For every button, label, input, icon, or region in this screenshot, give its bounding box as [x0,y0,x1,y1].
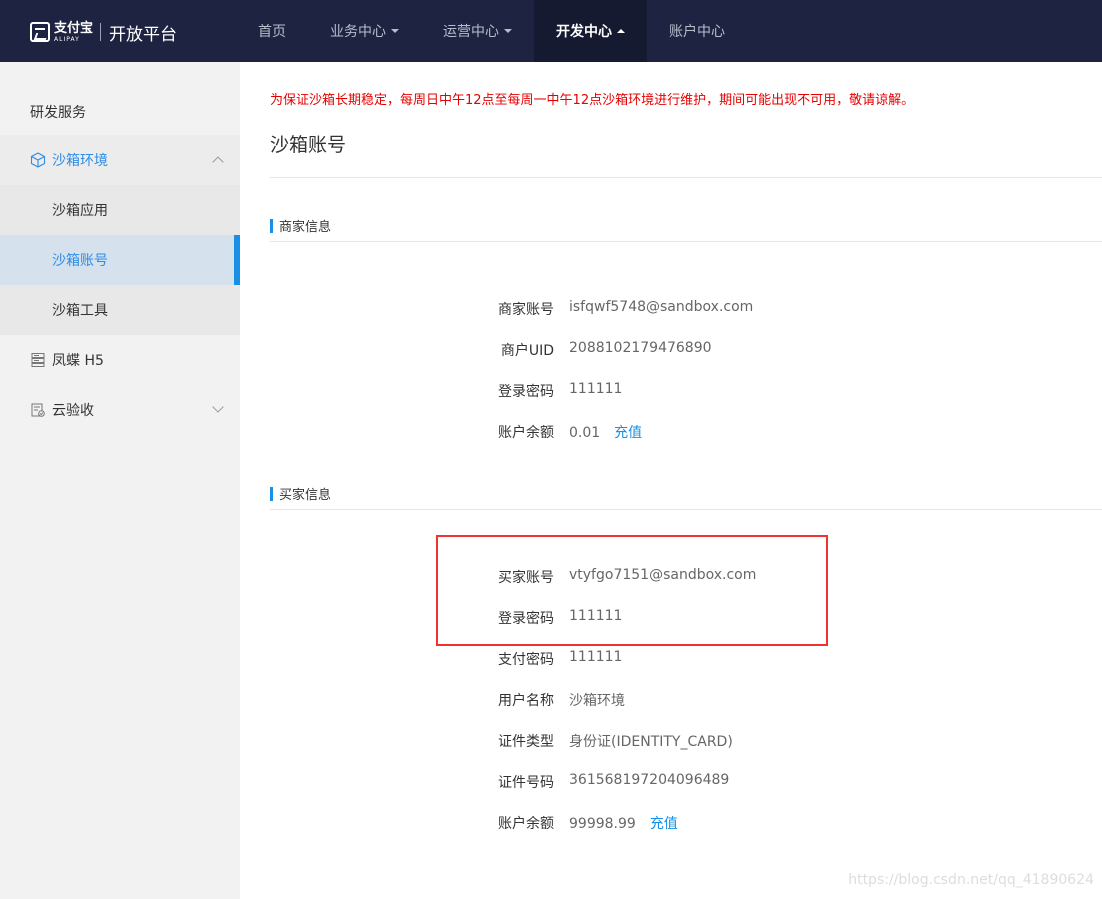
buyer-balance-row: 账户余额 99998.99 充值 [0,813,1102,833]
checklist-icon [30,402,46,418]
field-value: isfqwf5748@sandbox.com [569,299,754,315]
page-title: 沙箱账号 [270,134,347,156]
field-label: 商户UID [500,343,554,359]
nav-operations-center[interactable]: 运营中心 [421,0,534,62]
field-value: 0.01 充值 [569,422,642,442]
site-title: 开放平台 [109,24,178,45]
cube-icon [30,152,46,168]
sidebar-item-label: 沙箱环境 [52,153,108,169]
divider [270,177,1102,178]
field-value: 111111 [569,649,623,665]
chevron-up-icon [212,156,224,168]
nav-business-center[interactable]: 业务中心 [308,0,421,62]
caret-down-icon [504,29,512,33]
section-bar [270,486,273,501]
buyer-id-type-row: 证件类型 身份证(IDENTITY_CARD) [0,731,1102,751]
watermark: https://blog.csdn.net/qq_41890624 [848,872,1094,888]
buyer-recharge-link[interactable]: 充值 [650,816,678,832]
buyer-pay-password-row: 支付密码 111111 [0,649,1102,669]
main-nav: 首页 业务中心 运营中心 开发中心 账户中心 [236,0,747,62]
alipay-mark-icon [30,22,50,42]
field-label: 登录密码 [498,384,554,400]
merchant-balance-row: 账户余额 0.01 充值 [0,422,1102,442]
nav-account-center[interactable]: 账户中心 [647,0,747,62]
field-value: 2088102179476890 [569,340,712,356]
sidebar-item-label: 沙箱应用 [52,203,108,219]
top-navbar: 支付宝 ALIPAY 开放平台 首页 业务中心 运营中心 开发中心 账户中心 [0,0,1102,62]
field-label: 用户名称 [498,693,554,709]
nav-account-label: 账户中心 [669,24,725,40]
buyer-username-row: 用户名称 沙箱环境 [0,690,1102,710]
logo-brand: 支付宝 ALIPAY [54,22,93,43]
caret-down-icon [391,29,399,33]
merchant-password-row: 登录密码 111111 [0,381,1102,401]
balance-value: 0.01 [569,425,601,441]
balance-value: 99998.99 [569,816,636,832]
nav-home[interactable]: 首页 [236,0,308,62]
caret-up-icon [617,29,625,33]
field-label: 证件类型 [498,734,554,750]
divider [270,509,1102,510]
sidebar-item-label: 云验收 [52,403,94,419]
sidebar-heading: 研发服务 [30,105,86,121]
maintenance-notice: 为保证沙箱长期稳定，每周日中午12点至每周一中午12点沙箱环境进行维护，期间可能… [270,93,915,108]
highlight-box [436,535,828,646]
field-value: 99998.99 充值 [569,813,678,833]
sidebar-item-label: 沙箱账号 [52,253,108,269]
field-label: 账户余额 [498,816,554,832]
nav-dev-label: 开发中心 [556,24,612,40]
buyer-id-number-row: 证件号码 361568197204096489 [0,772,1102,792]
field-value: 身份证(IDENTITY_CARD) [569,734,733,750]
logo-en-text: ALIPAY [54,35,80,43]
section-heading-label: 买家信息 [279,488,332,503]
nav-home-label: 首页 [258,24,286,40]
field-label: 账户余额 [498,425,554,441]
section-bar [270,218,273,233]
divider [270,241,1102,242]
sidebar-item-sandbox-app[interactable]: 沙箱应用 [0,185,240,235]
logo-divider [100,23,102,41]
field-value: 111111 [569,381,623,397]
logo-cn-text: 支付宝 [54,20,94,36]
sidebar-item-sandbox-env[interactable]: 沙箱环境 [0,135,240,185]
field-label: 商家账号 [498,302,554,318]
field-value: 沙箱环境 [569,693,625,709]
merchant-recharge-link[interactable]: 充值 [614,425,642,441]
field-label: 证件号码 [498,775,554,791]
field-value: 361568197204096489 [569,772,730,788]
nav-business-label: 业务中心 [330,24,386,40]
section-heading-label: 商家信息 [279,220,332,235]
merchant-section-heading: 商家信息 [270,216,331,235]
chevron-down-icon [212,401,224,413]
nav-dev-center[interactable]: 开发中心 [534,0,647,62]
merchant-account-row: 商家账号 isfqwf5748@sandbox.com [0,299,1102,319]
sidebar-item-sandbox-account[interactable]: 沙箱账号 [0,235,240,285]
buyer-section-heading: 买家信息 [270,484,331,503]
merchant-uid-row: 商户UID 2088102179476890 [0,340,1102,360]
alipay-logo[interactable]: 支付宝 ALIPAY 开放平台 [30,19,177,45]
field-label: 支付密码 [498,652,554,668]
nav-operations-label: 运营中心 [443,24,499,40]
